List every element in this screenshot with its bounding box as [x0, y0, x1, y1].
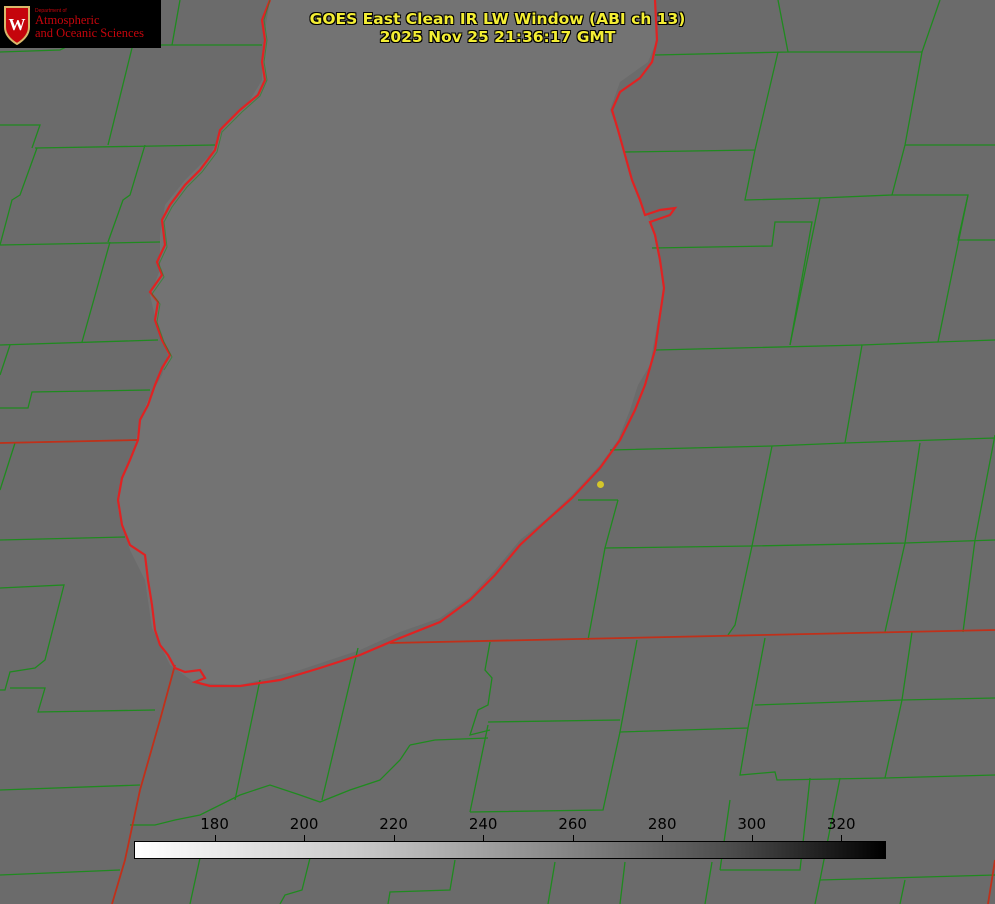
colorbar-tick-mark	[841, 835, 843, 841]
svg-text:W: W	[9, 15, 26, 34]
colorbar-tick-mark	[751, 835, 753, 841]
colorbar-tick-label: 280	[647, 815, 677, 833]
satellite-map-view: W Department of Atmospheric and Oceanic …	[0, 0, 995, 904]
colorbar-tick-label: 200	[289, 815, 319, 833]
map-canvas	[0, 0, 995, 904]
colorbar-tick-mark	[393, 835, 395, 841]
aos-logo: W Department of Atmospheric and Oceanic …	[0, 0, 161, 48]
uw-crest-icon: W	[4, 6, 30, 45]
colorbar-tick-mark	[662, 835, 664, 841]
colorbar-tick-mark	[214, 835, 216, 841]
colorbar-tick-label: 300	[737, 815, 767, 833]
colorbar-tick-label: 320	[826, 815, 856, 833]
colorbar-tick-mark	[572, 835, 574, 841]
colorbar-tick-mark	[304, 835, 306, 841]
logo-line-2: and Oceanic Sciences	[35, 26, 144, 40]
location-marker	[597, 481, 604, 488]
colorbar-tick-label: 220	[379, 815, 408, 833]
temperature-colorbar	[134, 841, 886, 859]
colorbar-tick-label: 260	[558, 815, 587, 833]
colorbar-tick-label: 240	[468, 815, 498, 833]
colorbar-tick-label: 180	[200, 815, 229, 833]
colorbar-tick-mark	[483, 835, 485, 841]
